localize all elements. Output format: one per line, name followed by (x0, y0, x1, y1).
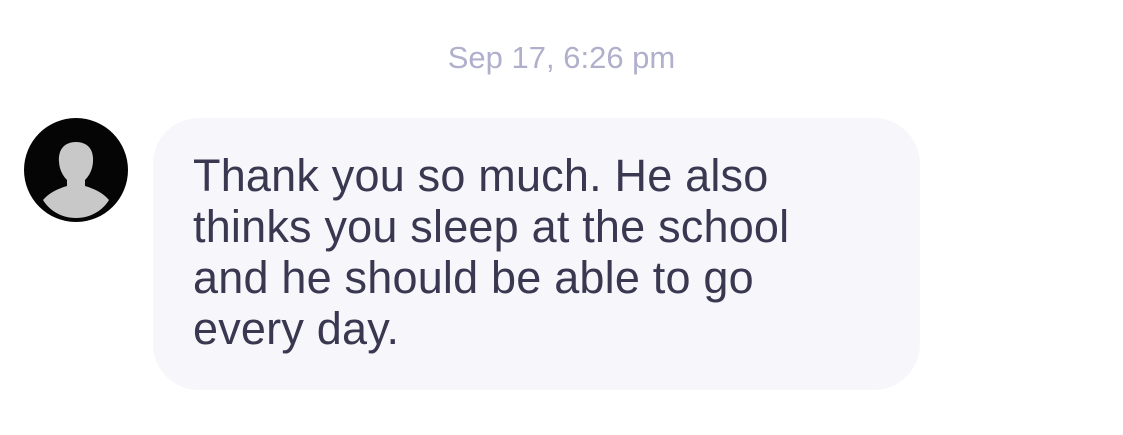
message-bubble[interactable]: Thank you so much. He also thinks you sl… (153, 118, 920, 390)
message-timestamp: Sep 17, 6:26 pm (447, 40, 676, 75)
chat-view: Sep 17, 6:26 pm Thank you so much. He al… (0, 0, 1123, 435)
default-user-silhouette-icon (43, 142, 109, 218)
message-text: Thank you so much. He also thinks you sl… (193, 150, 790, 354)
avatar[interactable] (24, 118, 128, 222)
